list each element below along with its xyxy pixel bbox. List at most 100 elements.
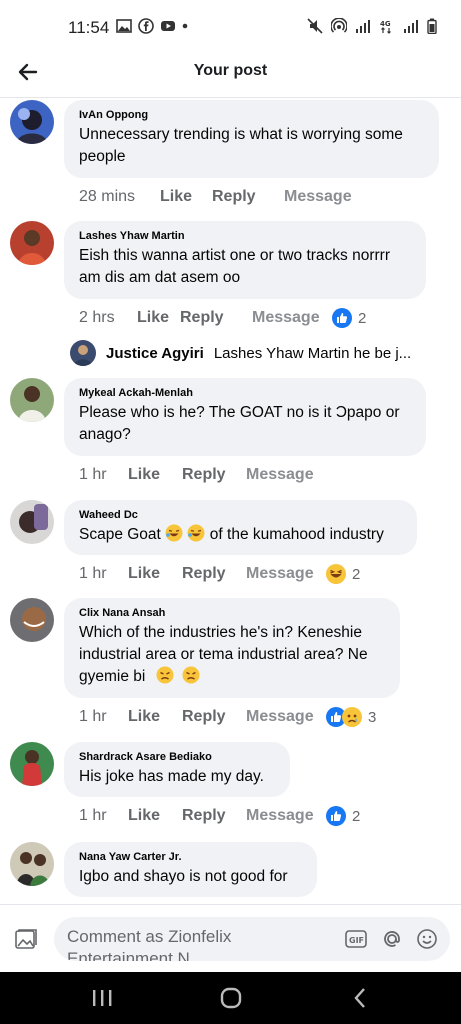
reply-button[interactable]: Reply (182, 708, 246, 726)
message-button[interactable]: Message (284, 188, 364, 206)
reaction-count: 3 (368, 708, 377, 726)
recent-apps-icon[interactable] (90, 987, 114, 1009)
avatar[interactable] (10, 100, 54, 144)
svg-text:GIF: GIF (349, 936, 364, 945)
comment-text-line: gyemie bi (79, 666, 386, 688)
laughing-emoji-icon (165, 524, 183, 542)
laughing-emoji-icon (187, 524, 205, 542)
youtube-notification-icon (161, 21, 175, 31)
comment-time: 1 hr (79, 565, 107, 582)
home-icon[interactable] (219, 987, 243, 1009)
reply-button[interactable]: Reply (182, 565, 246, 583)
comment-actions: 28 mins Like Reply Message (79, 186, 364, 208)
hotspot-icon (331, 18, 347, 33)
like-button[interactable]: Like (137, 309, 180, 327)
comment-actions: 1 hr Like Reply Message (79, 464, 326, 486)
avatar[interactable] (10, 221, 54, 265)
mute-icon (307, 18, 323, 34)
comment-author[interactable]: Clix Nana Ansah (79, 607, 386, 619)
comment-actions: 1 hr Like Reply Message 2 (79, 563, 360, 585)
svg-text:4G: 4G (380, 20, 391, 28)
reactions-summary[interactable]: 3 (326, 707, 376, 727)
comment-text-line: industrial area or tema industrial area?… (79, 646, 368, 663)
reply-preview[interactable]: Justice Agyiri Lashes Yhaw Martin he be … (70, 340, 411, 366)
message-button[interactable]: Message (246, 565, 326, 583)
comment-time: 1 hr (79, 807, 107, 824)
comment-bubble[interactable]: Lashes Yhaw Martin Eish this wanna artis… (64, 221, 426, 299)
like-button[interactable]: Like (128, 708, 182, 726)
signal-icon-2 (404, 20, 418, 33)
angry-emoji-icon (182, 666, 200, 684)
comment-author[interactable]: Shardrack Asare Bediako (79, 751, 276, 763)
top-app-bar: Your post (0, 52, 461, 98)
more-notifications-dot-icon (182, 23, 188, 29)
back-nav-icon[interactable] (349, 987, 373, 1009)
emoji-icon[interactable] (415, 927, 439, 951)
reply-button[interactable]: Reply (180, 309, 252, 327)
comment-text-part: of the kumahood industry (209, 526, 384, 543)
like-button[interactable]: Like (160, 188, 212, 206)
avatar[interactable] (10, 598, 54, 642)
avatar[interactable] (10, 378, 54, 422)
comment-input-placeholder: Comment as Zionfelix (67, 927, 232, 946)
comment-author[interactable]: Nana Yaw Carter Jr. (79, 851, 303, 863)
reply-author[interactable]: Justice Agyiri (106, 345, 204, 362)
comment-author[interactable]: Mykeal Ackah-Menlah (79, 387, 412, 399)
comment-author[interactable]: Waheed Dc (79, 509, 403, 521)
reactions-summary[interactable]: 2 (326, 564, 360, 584)
avatar[interactable] (10, 500, 54, 544)
page-title: Your post (193, 62, 268, 79)
status-bar: 11:54 4G (0, 0, 461, 52)
reaction-count: 2 (352, 565, 361, 583)
reply-button[interactable]: Reply (182, 466, 246, 484)
avatar[interactable] (10, 842, 54, 886)
like-button[interactable]: Like (128, 565, 182, 583)
comment-bubble[interactable]: Waheed Dc Scape Goat of the kumahood ind… (64, 500, 417, 555)
comment-composer: Comment as Zionfelix Entertainment N... … (0, 904, 461, 970)
signal-icon (356, 20, 370, 33)
photo-icon[interactable] (14, 927, 38, 951)
comment-text: Igbo and shayo is not good for (79, 868, 288, 885)
facebook-notification-icon (138, 18, 154, 34)
comment-actions: 1 hr Like Reply Message 2 (79, 805, 360, 827)
haha-reaction-icon (326, 564, 346, 584)
status-time: 11:54 (68, 18, 110, 37)
comment-input[interactable]: Comment as Zionfelix Entertainment N... … (54, 917, 450, 961)
reactions-summary[interactable]: 2 (332, 308, 366, 328)
comment-bubble[interactable]: Mykeal Ackah-Menlah Please who is he? Th… (64, 378, 426, 456)
mention-at-icon[interactable] (380, 927, 404, 951)
comment-author[interactable]: Lashes Yhaw Martin (79, 230, 412, 242)
message-button[interactable]: Message (252, 309, 332, 327)
comment-time: 1 hr (79, 466, 107, 483)
message-button[interactable]: Message (246, 708, 326, 726)
like-button[interactable]: Like (128, 466, 182, 484)
4g-icon: 4G (380, 20, 391, 34)
battery-icon (427, 18, 437, 34)
comment-bubble[interactable]: Nana Yaw Carter Jr. Igbo and shayo is no… (64, 842, 317, 897)
avatar[interactable] (10, 742, 54, 786)
reactions-summary[interactable]: 2 (326, 806, 360, 826)
comment-bubble[interactable]: IvAn Oppong Unnecessary trending is what… (64, 100, 439, 178)
sad-reaction-icon (342, 707, 362, 727)
comment-text: Unnecessary trending is what is worrying… (79, 126, 403, 165)
comment-bubble[interactable]: Clix Nana Ansah Which of the industries … (64, 598, 400, 698)
system-icons: 4G (307, 18, 437, 34)
comment-text-part: gyemie bi (79, 668, 146, 685)
message-button[interactable]: Message (246, 466, 326, 484)
like-button[interactable]: Like (128, 807, 182, 825)
comment-text: His joke has made my day. (79, 768, 264, 785)
comment-text: Scape Goat of the kumahood industry (79, 524, 403, 546)
reply-button[interactable]: Reply (182, 807, 246, 825)
comment-author[interactable]: IvAn Oppong (79, 109, 425, 121)
comment-time: 1 hr (79, 708, 107, 725)
system-navigation-bar (0, 972, 461, 1024)
comment-time: 2 hrs (79, 309, 115, 326)
reply-button[interactable]: Reply (212, 188, 284, 206)
message-button[interactable]: Message (246, 807, 326, 825)
gif-icon[interactable]: GIF (344, 927, 368, 951)
reply-avatar[interactable] (70, 340, 96, 366)
comment-text-line: Which of the industries he's in? Keneshi… (79, 624, 362, 641)
angry-emoji-icon (156, 666, 174, 684)
comment-bubble[interactable]: Shardrack Asare Bediako His joke has mad… (64, 742, 290, 797)
like-reaction-icon (326, 806, 346, 826)
